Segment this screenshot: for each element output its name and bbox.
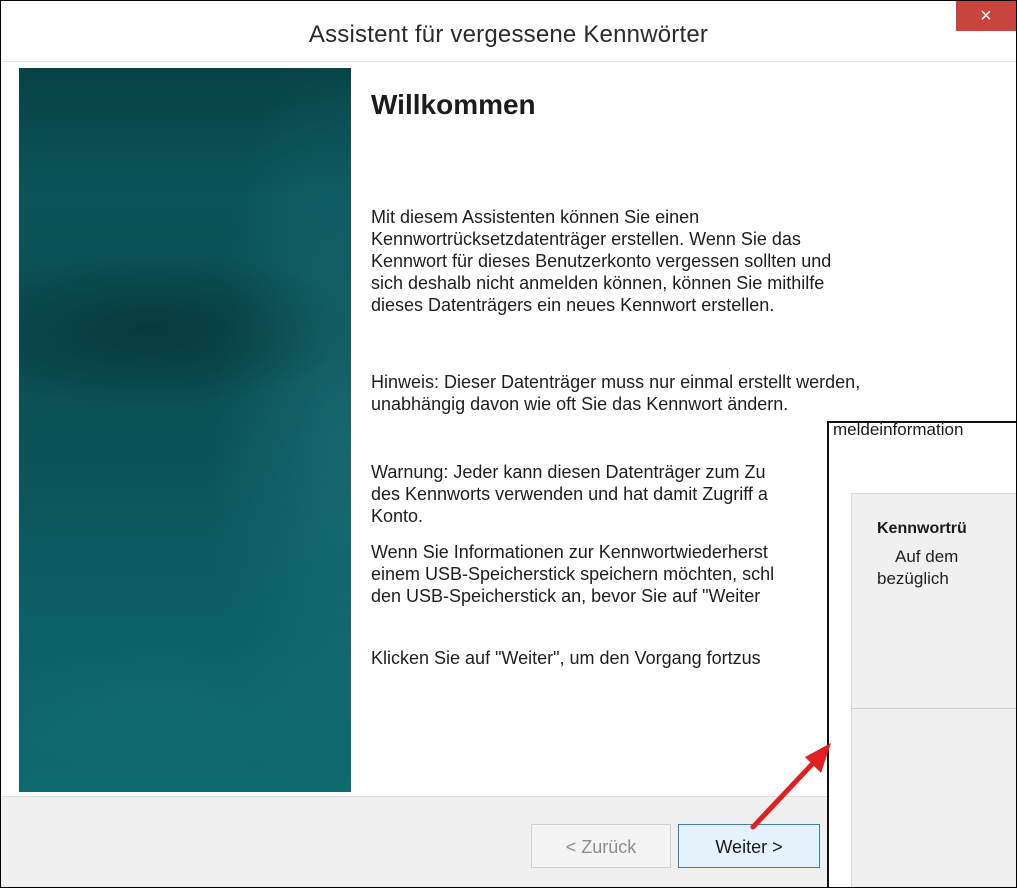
overlay-text-line-1: Auf dem <box>895 547 959 566</box>
window-title: Assistent für vergessene Kennwörter <box>308 21 709 48</box>
wizard-side-banner <box>19 68 351 792</box>
title-bar: Assistent für vergessene Kennwörter × <box>1 1 1016 62</box>
overlapping-dialog: meldeinformation Kennwortrü Auf dem bezü… <box>827 421 1016 887</box>
back-button[interactable]: < Zurück <box>531 824 671 868</box>
intro-paragraph: Mit diesem Assistenten können Sie einen … <box>371 207 832 315</box>
note-paragraph: Hinweis: Dieser Datenträger muss nur ein… <box>371 372 861 414</box>
close-button[interactable]: × <box>956 1 1016 31</box>
close-icon: × <box>980 5 992 27</box>
overlay-text-line-2: bezüglich <box>877 569 949 588</box>
banner-glow <box>19 628 351 788</box>
page-heading: Willkommen <box>371 89 536 120</box>
wizard-window: Assistent für vergessene Kennwörter × Wi… <box>0 0 1017 888</box>
overlay-header: meldeinformation <box>829 423 1016 493</box>
next-button[interactable]: Weiter > <box>678 824 820 868</box>
overlay-divider <box>851 708 1016 709</box>
overlay-top-text: meldeinformation <box>833 423 964 435</box>
overlay-title: Kennwortrü <box>877 520 967 537</box>
